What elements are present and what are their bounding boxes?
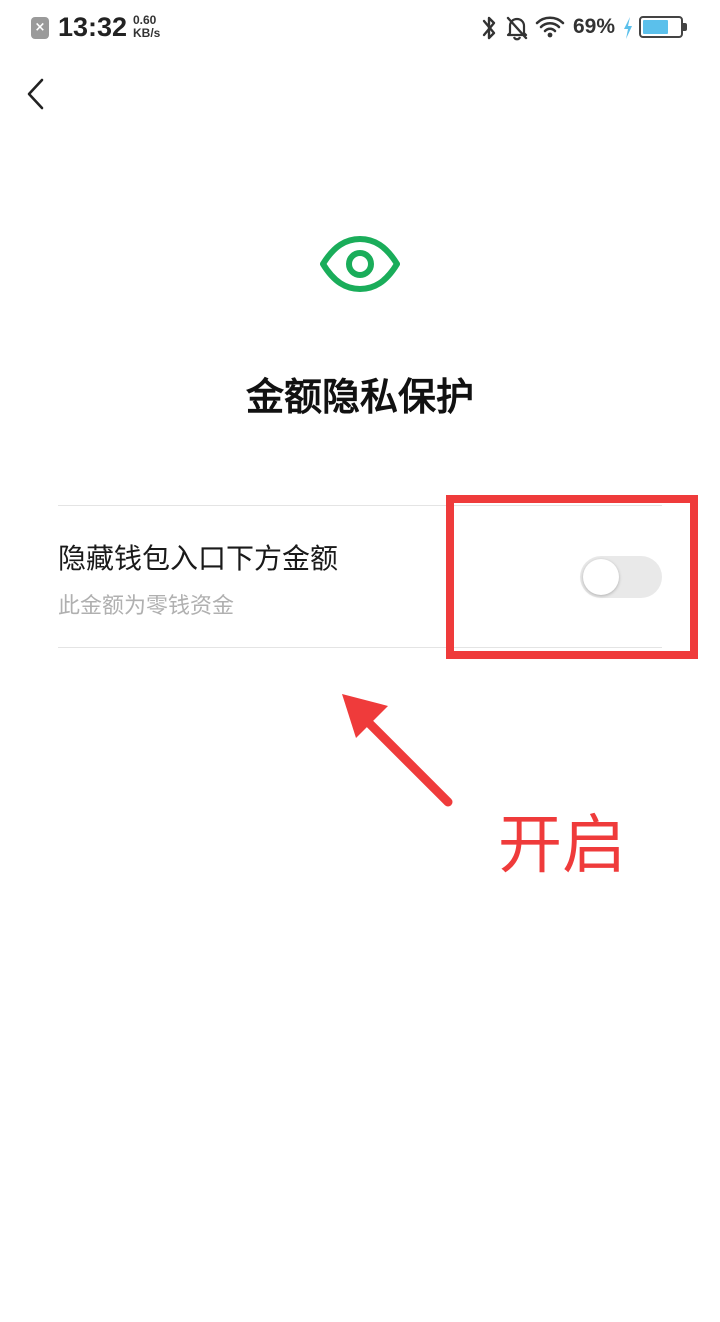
annotation-arrow-icon (342, 694, 453, 807)
bell-off-icon (506, 16, 528, 41)
setting-subtitle: 此金额为零钱资金 (58, 594, 235, 619)
wifi-icon (535, 16, 565, 38)
status-bar: × 13:32 0.60 KB/s 69% (0, 0, 720, 58)
status-time: 13:32 (58, 12, 128, 42)
bluetooth-icon (482, 16, 496, 40)
battery-level-fill (643, 20, 668, 34)
annotation-highlight-box (446, 495, 698, 659)
page-title: 金额隐私保护 (245, 375, 474, 419)
battery-percent: 69% (573, 15, 616, 38)
notification-x-icon: × (31, 17, 49, 39)
eye-icon (320, 236, 400, 292)
chevron-left-icon (27, 78, 44, 110)
setting-title: 隐藏钱包入口下方金额 (58, 542, 339, 575)
network-speed: 0.60 KB/s (133, 14, 173, 40)
network-speed-unit: KB/s (133, 26, 161, 40)
annotation-label: 开启 (498, 809, 626, 883)
charging-icon (624, 17, 632, 39)
battery-icon (639, 16, 687, 38)
back-button[interactable] (18, 72, 58, 116)
